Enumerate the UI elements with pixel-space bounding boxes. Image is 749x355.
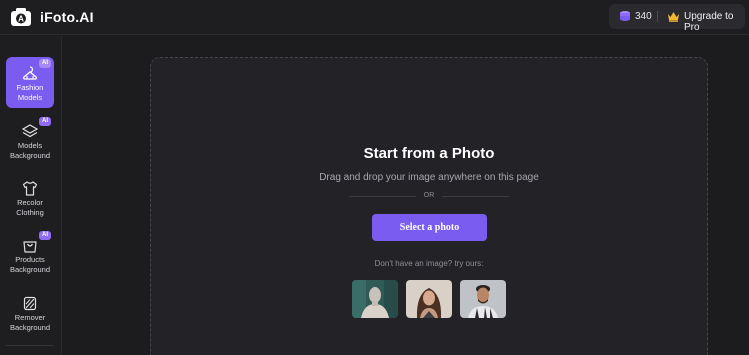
tshirt-icon bbox=[22, 181, 38, 196]
coin-stack-icon bbox=[620, 11, 630, 21]
top-bar: A iFoto.AI 340 Upgrade to Pro bbox=[0, 0, 749, 35]
hanger-icon bbox=[22, 66, 38, 80]
dropzone-hint: Drag and drop your image anywhere on thi… bbox=[319, 172, 539, 183]
ai-badge: AI bbox=[39, 59, 51, 68]
eraser-icon bbox=[23, 296, 37, 311]
credits-count: 340 bbox=[635, 11, 652, 22]
ai-badge: AI bbox=[39, 117, 51, 126]
sample-prompt: Don't have an image? try ours: bbox=[374, 259, 484, 268]
camera-logo-icon[interactable]: A bbox=[10, 7, 32, 27]
upgrade-button[interactable]: Upgrade to Pro bbox=[684, 11, 745, 33]
account-pill: 340 Upgrade to Pro bbox=[609, 4, 745, 33]
sidebar-item-label: Fashion Models bbox=[16, 83, 44, 102]
sidebar-item-models-background[interactable]: AI Models Background bbox=[6, 115, 54, 166]
sidebar: AI Fashion Models AI Models Background R… bbox=[0, 36, 62, 355]
select-photo-button[interactable]: Select a photo bbox=[372, 214, 487, 241]
sample-image-woman[interactable] bbox=[406, 280, 452, 318]
sidebar-item-fashion-models[interactable]: AI Fashion Models bbox=[6, 57, 54, 108]
svg-text:A: A bbox=[18, 15, 24, 24]
sidebar-item-remover-background[interactable]: Remover Background bbox=[6, 287, 54, 338]
sidebar-item-products-background[interactable]: AI Products Background bbox=[6, 229, 54, 280]
sample-image-man[interactable] bbox=[460, 280, 506, 318]
sidebar-item-label: Products Background bbox=[9, 255, 51, 274]
sidebar-item-label: Recolor Clothing bbox=[16, 198, 44, 217]
sidebar-divider bbox=[6, 345, 54, 346]
ai-badge: AI bbox=[39, 231, 51, 240]
or-label: OR bbox=[423, 192, 435, 199]
sidebar-item-label: Remover Background bbox=[9, 313, 51, 332]
page-title: Start from a Photo bbox=[363, 145, 495, 162]
sidebar-item-recolor-clothing[interactable]: Recolor Clothing bbox=[6, 172, 54, 223]
brand-name[interactable]: iFoto.AI bbox=[40, 9, 94, 25]
pill-divider bbox=[657, 11, 658, 22]
shopping-bag-icon bbox=[23, 241, 37, 253]
sample-image-mannequin[interactable] bbox=[352, 280, 398, 318]
sidebar-item-label: Models Background bbox=[9, 141, 51, 160]
crown-icon bbox=[668, 12, 679, 22]
layers-icon bbox=[22, 124, 38, 138]
